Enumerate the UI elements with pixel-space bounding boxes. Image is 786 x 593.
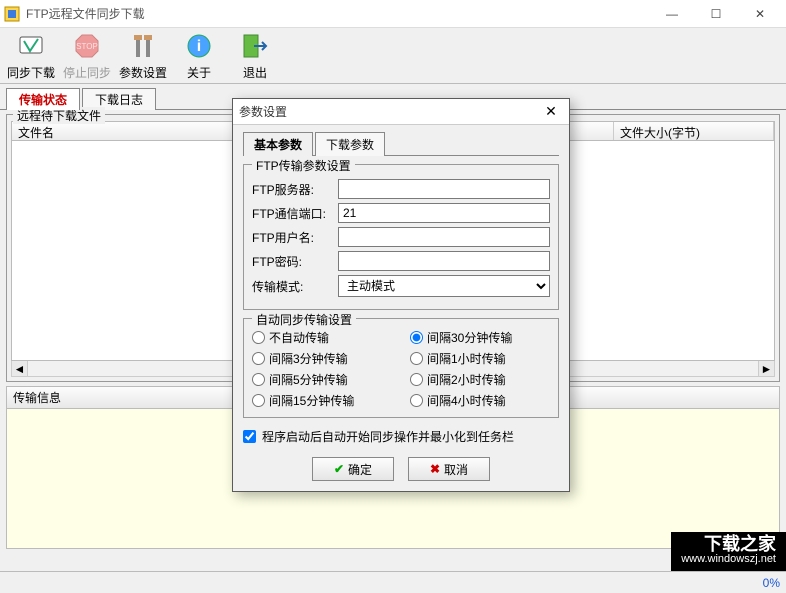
radio-1hour[interactable]: 间隔1小时传输 <box>410 350 550 367</box>
svg-text:STOP: STOP <box>76 42 98 51</box>
dialog-close-button[interactable]: ✕ <box>539 103 563 120</box>
toolbar-about-button[interactable]: i 关于 <box>172 30 226 81</box>
titlebar: FTP远程文件同步下载 — ☐ ✕ <box>0 0 786 28</box>
stop-icon: STOP <box>71 30 103 62</box>
toolbar-exit-button[interactable]: 退出 <box>228 30 282 81</box>
col-filesize[interactable]: 文件大小(字节) <box>614 122 774 140</box>
ok-button[interactable]: ✔确定 <box>312 457 394 481</box>
auto-sync-group: 自动同步传输设置 不自动传输 间隔30分钟传输 间隔3分钟传输 间隔1小时传输 … <box>243 318 559 418</box>
ftp-user-label: FTP用户名: <box>252 229 332 246</box>
sync-icon <box>15 30 47 62</box>
ftp-port-input[interactable] <box>338 203 550 223</box>
toolbar-settings-button[interactable]: 参数设置 <box>116 30 170 81</box>
toolbar-stop-button[interactable]: STOP 停止同步 <box>60 30 114 81</box>
status-percent: 0% <box>763 576 780 590</box>
ftp-pass-input[interactable] <box>338 251 550 271</box>
ftp-server-label: FTP服务器: <box>252 181 332 198</box>
radio-4hour[interactable]: 间隔4小时传输 <box>410 392 550 409</box>
minimize-button[interactable]: — <box>650 0 694 28</box>
ftp-pass-label: FTP密码: <box>252 253 332 270</box>
dialog-title: 参数设置 <box>239 103 539 120</box>
watermark-text: 下载之家 <box>681 535 776 553</box>
dialog-tab-basic[interactable]: 基本参数 <box>243 132 313 156</box>
ftp-user-input[interactable] <box>338 227 550 247</box>
settings-dialog: 参数设置 ✕ 基本参数 下载参数 FTP传输参数设置 FTP服务器: FTP通信… <box>232 98 570 492</box>
scroll-right-arrow[interactable]: ► <box>758 361 774 376</box>
ftp-port-label: FTP通信端口: <box>252 205 332 222</box>
maximize-button[interactable]: ☐ <box>694 0 738 28</box>
toolbar-sync-label: 同步下载 <box>7 64 55 81</box>
tab-transfer-status[interactable]: 传输状态 <box>6 88 80 110</box>
svg-text:i: i <box>197 38 201 55</box>
x-icon: ✖ <box>430 462 440 476</box>
check-icon: ✔ <box>334 462 344 476</box>
dialog-titlebar[interactable]: 参数设置 ✕ <box>233 99 569 125</box>
watermark: 下载之家 www.windowszj.net <box>671 532 786 571</box>
sync-interval-radios: 不自动传输 间隔30分钟传输 间隔3分钟传输 间隔1小时传输 间隔5分钟传输 间… <box>252 329 550 409</box>
app-icon <box>4 6 20 22</box>
ftp-params-group: FTP传输参数设置 FTP服务器: FTP通信端口: FTP用户名: FTP密码… <box>243 164 559 310</box>
radio-3min[interactable]: 间隔3分钟传输 <box>252 350 392 367</box>
autostart-label: 程序启动后自动开始同步操作并最小化到任务栏 <box>262 428 514 445</box>
dialog-tabs: 基本参数 下载参数 <box>243 131 559 156</box>
exit-icon <box>239 30 271 62</box>
radio-2hour[interactable]: 间隔2小时传输 <box>410 371 550 388</box>
toolbar-sync-button[interactable]: 同步下载 <box>4 30 58 81</box>
close-button[interactable]: ✕ <box>738 0 782 28</box>
window-title: FTP远程文件同步下载 <box>26 5 650 22</box>
status-bar: 0% <box>0 571 786 593</box>
dialog-tab-download[interactable]: 下载参数 <box>315 132 385 156</box>
ftp-params-legend: FTP传输参数设置 <box>252 157 355 174</box>
about-icon: i <box>183 30 215 62</box>
transfer-mode-label: 传输模式: <box>252 278 332 295</box>
toolbar-about-label: 关于 <box>187 64 211 81</box>
auto-sync-legend: 自动同步传输设置 <box>252 311 356 328</box>
radio-no-auto[interactable]: 不自动传输 <box>252 329 392 346</box>
watermark-url: www.windowszj.net <box>681 553 776 565</box>
radio-15min[interactable]: 间隔15分钟传输 <box>252 392 392 409</box>
ftp-server-input[interactable] <box>338 179 550 199</box>
toolbar-stop-label: 停止同步 <box>63 64 111 81</box>
radio-5min[interactable]: 间隔5分钟传输 <box>252 371 392 388</box>
toolbar-settings-label: 参数设置 <box>119 64 167 81</box>
cancel-button[interactable]: ✖取消 <box>408 457 490 481</box>
radio-30min[interactable]: 间隔30分钟传输 <box>410 329 550 346</box>
settings-icon <box>127 30 159 62</box>
toolbar-exit-label: 退出 <box>243 64 267 81</box>
transfer-mode-select[interactable]: 主动模式 <box>338 275 550 297</box>
toolbar: 同步下载 STOP 停止同步 参数设置 i 关于 退出 <box>0 28 786 84</box>
autostart-checkbox[interactable] <box>243 430 256 443</box>
scroll-left-arrow[interactable]: ◄ <box>12 361 28 376</box>
